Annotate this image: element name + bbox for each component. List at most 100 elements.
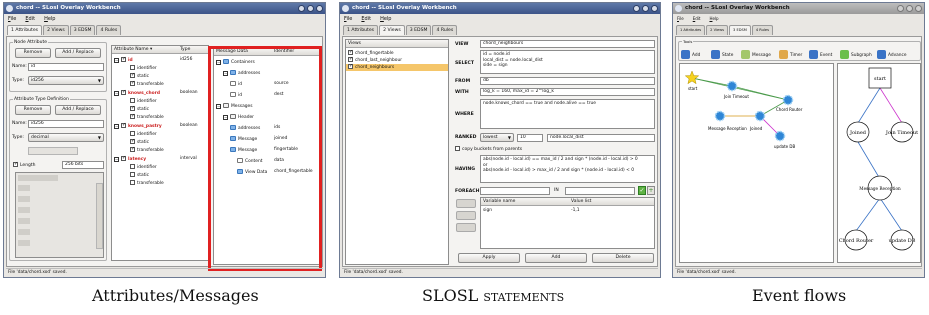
attribute-flag-row[interactable]: identifier <box>130 65 157 72</box>
maximize-button[interactable] <box>906 5 913 12</box>
flow-edge[interactable] <box>855 197 881 232</box>
tab-rules[interactable]: 4 Rules <box>96 25 122 35</box>
attribute-flag-row[interactable]: transferable <box>130 113 164 121</box>
list-scrollbar[interactable] <box>96 183 103 249</box>
variable-value[interactable]: -1,1 <box>571 208 580 214</box>
menu-edit[interactable]: Edit <box>361 14 371 24</box>
flag-checkbox[interactable] <box>130 80 135 86</box>
apply-button[interactable]: Apply <box>458 253 520 263</box>
flag-checkbox[interactable] <box>130 131 135 136</box>
flow-edge[interactable] <box>879 87 903 124</box>
close-button[interactable] <box>316 5 323 12</box>
flag-checkbox[interactable] <box>130 105 135 111</box>
tool-button-message[interactable]: Message <box>741 49 771 62</box>
minimize-button[interactable] <box>298 5 305 12</box>
attribute-group-row[interactable]: − latency <box>114 155 146 163</box>
collapse-icon[interactable]: − <box>114 91 119 96</box>
tab-edsm[interactable]: 3 EDSM <box>405 25 432 35</box>
attribute-group-row[interactable]: − knows_pastry <box>114 122 162 130</box>
menu-file[interactable]: File <box>677 14 684 24</box>
add-variable-icon[interactable]: + <box>647 186 655 195</box>
attribute-group-row[interactable]: − id <box>114 56 133 64</box>
flag-checkbox[interactable] <box>130 172 135 177</box>
tab-views[interactable]: 2 Views <box>379 25 405 35</box>
flag-checkbox[interactable] <box>130 164 135 169</box>
state-graph-canvas[interactable]: start Join Timeout Chord Router Joined Messa… <box>679 63 834 263</box>
attribute-flag-row[interactable]: transferable <box>130 146 164 154</box>
collapse-icon[interactable]: − <box>114 58 119 63</box>
state-node-icon[interactable] <box>714 110 726 122</box>
variable-name[interactable]: sign <box>483 208 492 214</box>
tool-button-advance[interactable]: Advance <box>877 49 907 62</box>
ranked-count-spin[interactable]: 10 <box>517 134 543 142</box>
attribute-flag-row[interactable]: static <box>130 105 149 113</box>
flag-checkbox[interactable] <box>130 72 135 78</box>
having-textarea[interactable]: abs(node.id - local.id) == max_id / 2 an… <box>480 155 655 183</box>
view-enabled-checkbox[interactable] <box>348 56 353 62</box>
attribute-type-combo[interactable]: id256 ▼ <box>28 76 104 85</box>
confirm-icon[interactable]: ✓ <box>638 186 646 195</box>
minimize-button[interactable] <box>897 5 904 12</box>
tab-edsm[interactable]: 3 EDSM <box>69 25 96 35</box>
flag-checkbox[interactable] <box>130 138 135 144</box>
variable-name-header[interactable]: Variable name <box>481 198 569 206</box>
flag-checkbox[interactable] <box>130 113 135 119</box>
attribute-flag-row[interactable]: transferable <box>130 80 164 88</box>
menu-help[interactable]: Help <box>380 14 391 24</box>
collapse-icon[interactable]: − <box>114 157 119 162</box>
remove-attribute-button[interactable]: Remove <box>15 48 51 58</box>
menu-help[interactable]: Help <box>709 14 718 24</box>
attribute-flag-row[interactable]: transferable <box>130 180 164 187</box>
remove-variable-button[interactable] <box>456 223 476 232</box>
delete-button[interactable]: Delete <box>592 253 654 263</box>
view-list-item[interactable]: chord_last_neighbour <box>346 56 448 64</box>
add-button[interactable]: Add <box>525 253 587 263</box>
menu-file[interactable]: File <box>8 14 16 24</box>
flow-edge[interactable] <box>857 87 881 124</box>
attribute-group-row[interactable]: − knows_chord <box>114 89 160 97</box>
attribute-type-header[interactable]: Type <box>178 46 208 54</box>
tab-views[interactable]: 2 Views <box>706 25 729 35</box>
tab-attributes[interactable]: 1 Attributes <box>7 25 43 35</box>
tool-button-state[interactable]: State <box>711 49 733 62</box>
ranked-expression-field[interactable]: node.local_dist <box>547 134 655 142</box>
attribute-enabled-checkbox[interactable] <box>121 122 126 128</box>
move-down-button[interactable] <box>456 211 476 220</box>
attribute-enabled-checkbox[interactable] <box>121 56 126 62</box>
attribute-enabled-checkbox[interactable] <box>121 89 126 95</box>
foreach-values-field[interactable] <box>565 187 635 195</box>
attribute-flag-row[interactable]: static <box>130 138 149 146</box>
flag-checkbox[interactable] <box>130 98 135 103</box>
with-field[interactable]: log_k = 160, max_id = 2^log_k <box>480 88 655 96</box>
state-node-icon[interactable] <box>782 94 794 106</box>
type-base-combo[interactable]: decimal ▼ <box>28 133 104 142</box>
tool-button-add[interactable]: Add <box>681 49 700 62</box>
add-replace-type-button[interactable]: Add / Replace <box>55 105 101 115</box>
length-checkbox[interactable] <box>13 161 18 167</box>
tab-attributes[interactable]: 1 Attributes <box>343 25 379 35</box>
attribute-flag-row[interactable]: identifier <box>130 131 157 138</box>
flow-edge[interactable] <box>879 197 903 232</box>
ranked-mode-combo[interactable]: lowest ▼ <box>480 133 514 142</box>
attribute-name-header[interactable]: Attribute Name ▾ <box>112 46 178 54</box>
tab-rules[interactable]: 4 Rules <box>432 25 458 35</box>
menu-help[interactable]: Help <box>44 14 55 24</box>
tab-rules[interactable]: 4 Rules <box>751 25 773 35</box>
state-node-icon[interactable] <box>774 130 786 142</box>
tool-button-event[interactable]: Event <box>809 49 832 62</box>
minimize-button[interactable] <box>633 5 640 12</box>
tool-button-subgraph[interactable]: Subgraph <box>840 49 872 62</box>
where-textarea[interactable]: node.knows_chord == true and node.alive … <box>480 99 655 129</box>
close-button[interactable] <box>915 5 922 12</box>
view-name-field[interactable]: chord_neighbours <box>480 40 655 48</box>
state-node-icon[interactable] <box>754 110 766 122</box>
state-node-icon[interactable] <box>726 80 738 92</box>
maximize-button[interactable] <box>642 5 649 12</box>
view-enabled-checkbox[interactable] <box>348 49 353 55</box>
flag-checkbox[interactable] <box>130 65 135 70</box>
collapse-icon[interactable]: − <box>114 124 119 129</box>
flag-checkbox[interactable] <box>130 146 135 152</box>
from-field[interactable]: db <box>480 77 655 85</box>
menu-edit[interactable]: Edit <box>693 14 701 24</box>
maximize-button[interactable] <box>307 5 314 12</box>
